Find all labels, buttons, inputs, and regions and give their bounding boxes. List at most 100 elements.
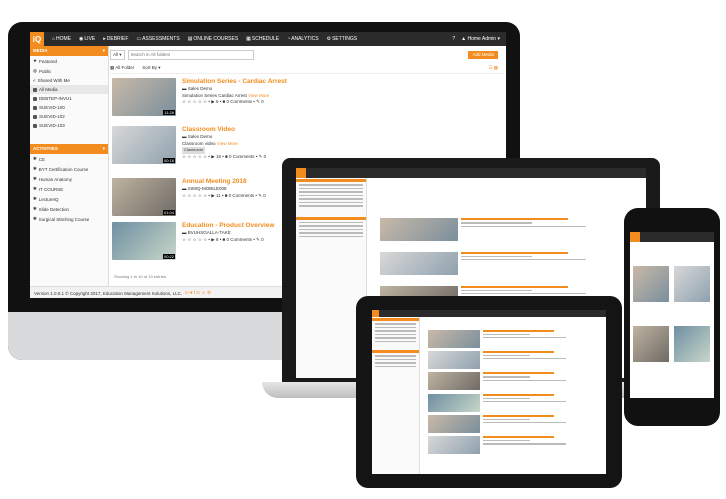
list-toolbar: ▦ All Folder Sort By ▾ ☰ ▦	[110, 63, 504, 74]
view-more-link[interactable]: View More	[217, 141, 238, 146]
user-menu[interactable]: ▲ Home Admin ▾	[461, 36, 500, 42]
nav-right: ? ▲ Home Admin ▾	[452, 36, 500, 42]
media-title[interactable]: Simulation Series - Cardiac Arrest	[182, 78, 287, 86]
media-title[interactable]: Classroom Video	[182, 126, 266, 134]
folder-name: BVUHSGALLA-TAKE	[187, 230, 231, 235]
sidebar-item-label: BYT Certification Course	[38, 166, 89, 172]
tag-badge[interactable]: Classroom	[182, 147, 206, 154]
sidebar-activity[interactable]: ✱ Human Anatomy	[30, 174, 108, 184]
sidebar-item-label: SUEVID-100	[39, 105, 65, 110]
sidebar-item-label: Public	[38, 68, 52, 74]
activities-header[interactable]: ACTIVITIES ▾	[30, 144, 108, 154]
globe-icon: ◍	[33, 68, 37, 73]
tablet-media-row	[428, 372, 601, 391]
add-media-button[interactable]: Add Media	[468, 51, 498, 59]
sidebar-item-label: Featured	[39, 58, 58, 64]
nav-settings[interactable]: ⚙ SETTINGS	[327, 36, 358, 42]
user-name: Home Admin	[467, 36, 497, 42]
sidebar-activity[interactable]: ✱ Surgical Stitching Course	[30, 214, 108, 224]
sidebar-item-folder[interactable]: SUEVID-102	[30, 112, 108, 121]
folder-icon	[33, 87, 37, 92]
folder-name: SIMIQ-MOBILE008	[187, 186, 227, 191]
media-thumbnail[interactable]: 00:16	[112, 126, 176, 164]
nav-assessments[interactable]: ▭ ASSESSMENTS	[136, 36, 179, 42]
sidebar-activity[interactable]: ✱ CE	[30, 154, 108, 164]
sidebar-item-all-media[interactable]: All Media	[30, 85, 108, 94]
help-icon[interactable]: ?	[452, 36, 455, 42]
sidebar-item-label: SUEVID-102	[39, 114, 65, 119]
star-icon: ★	[33, 58, 38, 63]
sidebar-item-label: Surgical Stitching Course	[38, 216, 90, 222]
sidebar-item-label: IT COURSE	[38, 186, 64, 192]
nav-schedule[interactable]: ▦ SCHEDULE	[246, 36, 279, 42]
all-folder-toggle[interactable]: ▦ All Folder	[110, 65, 134, 71]
nav-debrief-label: DEBRIEF	[106, 36, 129, 42]
media-stats: ☆ ☆ ☆ ☆ ☆ • ▶ 8 • ■ 0 Comments • ✎ 0	[182, 236, 264, 242]
share-icon: <	[33, 78, 36, 83]
nav-schedule-label: SCHEDULE	[251, 36, 280, 42]
nav-analytics[interactable]: ◔ ANALYTICS	[287, 36, 318, 42]
search-input[interactable]	[127, 50, 254, 60]
sidebar-item-folder[interactable]: SUEVID-100	[30, 103, 108, 112]
tablet-media-row	[428, 329, 601, 348]
media-thumbnail[interactable]: 01:04	[112, 178, 176, 216]
sidebar: MEDIA ▾ ★ Featured ◍ Public < Shared With Me…	[30, 46, 109, 286]
sidebar-activity[interactable]: ✱ LectureIQ	[30, 194, 108, 204]
folder-name: Sales Demo	[187, 86, 213, 91]
media-info: Annual Meeting 2018 ▬ SIMIQ-MOBILE008 ☆ …	[182, 178, 266, 218]
tablet-media-row	[428, 436, 601, 455]
sidebar-item-folder[interactable]: SUEVID-103	[30, 121, 108, 130]
media-info: Education - Product Overview ▬ BVUHSGALL…	[182, 222, 274, 262]
duration-label: 01:04	[162, 210, 175, 215]
nav-live[interactable]: ◉ LIVE	[79, 36, 95, 42]
sidebar-activity[interactable]: ✱ Slide Detection	[30, 204, 108, 214]
folder-icon	[33, 96, 37, 101]
sidebar-item-folder[interactable]: DEBTEP-INVU1	[30, 94, 108, 103]
sidebar-item-shared[interactable]: < Shared With Me	[30, 76, 108, 85]
social-icons[interactable]: in ♥ f G ☺ ⚙	[185, 290, 211, 296]
media-thumbnail[interactable]: 00:22	[112, 222, 176, 260]
media-thumbnail[interactable]: 11:26	[112, 78, 176, 116]
all-folder-label: All Folder	[115, 65, 135, 70]
pin-icon: ✱	[33, 176, 37, 181]
folder-select[interactable]: All ▾	[110, 50, 125, 60]
laptop-media-row	[380, 252, 639, 276]
nav-online-courses[interactable]: ▤ ONLINE COURSES	[188, 36, 238, 42]
tablet-sidebar	[372, 317, 420, 474]
list-view-icon[interactable]: ☰ ▦	[488, 65, 498, 71]
sidebar-item-featured[interactable]: ★ Featured	[30, 56, 108, 66]
phone-nav	[630, 232, 714, 242]
sidebar-item-label: SUEVID-103	[39, 123, 65, 128]
phone-screen	[630, 232, 714, 398]
media-title[interactable]: Annual Meeting 2018	[182, 178, 266, 186]
iq-logo	[296, 168, 306, 178]
nav-online-courses-label: ONLINE COURSES	[193, 36, 239, 42]
folder-icon	[33, 123, 37, 128]
sort-select[interactable]: Sort By ▾	[142, 65, 160, 71]
nav-home-label: HOME	[56, 36, 72, 42]
nav-debrief[interactable]: ▸ DEBRIEF	[103, 36, 128, 42]
duration-label: 00:16	[162, 158, 175, 163]
desc-text: Simulation Series Cardiac Arrest	[182, 92, 247, 98]
sidebar-item-public[interactable]: ◍ Public	[30, 66, 108, 76]
sidebar-activity[interactable]: ✱ IT COURSE	[30, 184, 108, 194]
sidebar-activity[interactable]: ✱ BYT Certification Course	[30, 164, 108, 174]
tablet-media-row	[428, 414, 601, 433]
media-info: Simulation Series - Cardiac Arrest ▬ Sal…	[182, 78, 287, 118]
media-card[interactable]: 11:26 Simulation Series - Cardiac Arrest…	[112, 78, 502, 118]
view-more-link[interactable]: View More	[248, 93, 269, 98]
paging-info: Showing 1 to 10 of 19 entries	[114, 274, 166, 279]
pin-icon: ✱	[33, 166, 37, 171]
iq-logo[interactable]: iQ	[30, 32, 44, 46]
media-title[interactable]: Education - Product Overview	[182, 222, 274, 230]
sidebar-item-label: Shared With Me	[37, 78, 70, 83]
nav-home[interactable]: ⌂ HOME	[52, 36, 71, 42]
folder-name: Sales Demo	[187, 134, 213, 139]
media-header[interactable]: MEDIA ▾	[30, 46, 108, 56]
sort-label: Sort By	[142, 65, 158, 70]
media-stats: ☆ ☆ ☆ ☆ ☆ • ▶ 11 • ■ 0 Comments • ✎ 0	[182, 192, 266, 198]
tablet-nav	[372, 310, 606, 317]
laptop-nav	[296, 168, 646, 178]
duration-label: 11:26	[163, 110, 175, 115]
activities-header-label: ACTIVITIES	[33, 146, 58, 151]
